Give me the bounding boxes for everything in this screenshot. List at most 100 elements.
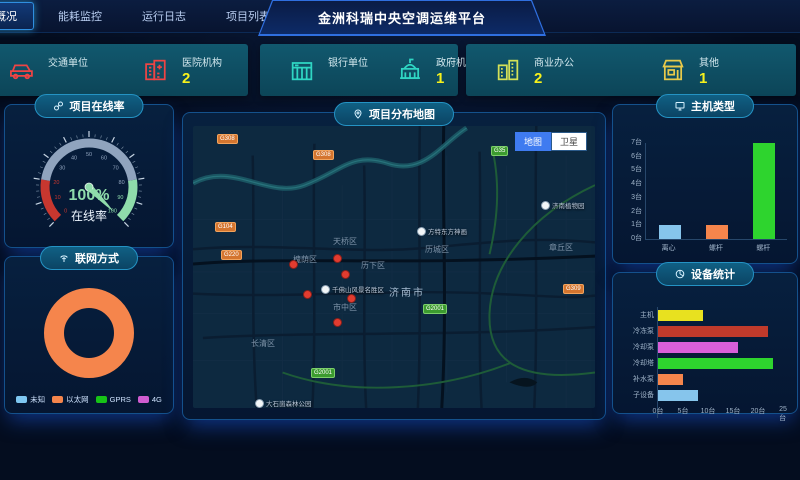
- tab-energy-monitor[interactable]: 能耗监控: [42, 3, 118, 29]
- panel-title: 设备统计: [691, 266, 735, 282]
- map-layer-controls: 地图 卫星: [515, 132, 587, 151]
- gauge-tick-label: 40: [71, 156, 77, 162]
- poi-marker: 方特东方神画: [417, 226, 467, 236]
- road-badge: G2001: [423, 304, 447, 314]
- stat-value: 2: [182, 71, 190, 87]
- x-tick-label: 螺杆: [756, 243, 770, 253]
- category-label: 冷却塔: [614, 358, 654, 368]
- bar: [658, 310, 703, 321]
- gauge-tick-label: 50: [86, 152, 92, 158]
- district-label: 长清区: [251, 338, 275, 349]
- tab-run-log[interactable]: 运行日志: [126, 3, 202, 29]
- panel-title: 主机类型: [691, 98, 735, 114]
- poi-label: 方特东方神画: [428, 226, 467, 236]
- project-marker[interactable]: [347, 294, 356, 303]
- host-type-chart: 0台1台2台3台4台5台6台7台: [645, 143, 787, 240]
- device-stats-panel: 设备统计 主机冷冻泵冷却泵冷却塔补水泵子设备 0台5台10台15台20台25台: [612, 272, 798, 414]
- x-tick-label: 25台: [779, 406, 787, 423]
- legend-item[interactable]: 未知: [16, 394, 45, 405]
- shop-icon: [659, 56, 687, 84]
- map-layer-button[interactable]: 地图: [515, 132, 551, 151]
- legend-swatch: [138, 396, 149, 403]
- stat-other: 其他 1: [631, 54, 796, 87]
- page-title: 金洲科瑞中央空调运维平台: [318, 8, 486, 27]
- project-marker[interactable]: [333, 254, 342, 263]
- legend-item[interactable]: 以太网: [52, 394, 89, 405]
- stat-label: 其他: [699, 54, 719, 69]
- road-badge: G104: [215, 222, 236, 232]
- x-tick-label: 离心: [662, 243, 676, 253]
- office-icon: [494, 56, 522, 84]
- stat-transport: 交通单位: [0, 54, 114, 87]
- satellite-layer-button[interactable]: 卫星: [551, 132, 587, 151]
- legend-item[interactable]: GPRS: [96, 394, 131, 405]
- hospital-icon: [142, 56, 170, 84]
- category-label: 补水泵: [614, 374, 654, 384]
- x-axis: 0台5台10台15台20台25台: [658, 406, 783, 418]
- road-badge: G308: [217, 134, 238, 144]
- stat-label: 交通单位: [48, 54, 88, 69]
- bar: [753, 143, 775, 239]
- district-label: 天桥区: [333, 236, 357, 247]
- bar: [659, 225, 681, 239]
- poi-label: 大石崮森林公园: [266, 398, 312, 408]
- car-icon: [8, 56, 36, 84]
- project-marker[interactable]: [333, 318, 342, 327]
- stat-bank: 银行单位: [260, 54, 368, 87]
- tab-label: 项目列表: [226, 11, 270, 23]
- bank-icon: [288, 56, 316, 84]
- poi-label: 济南植物园: [552, 200, 585, 210]
- antenna-icon: [59, 253, 69, 263]
- legend-label: 以太网: [66, 394, 89, 405]
- map-canvas[interactable]: 地图 卫星 G308G308G35G309G104G220G2001G2001天…: [193, 126, 595, 408]
- y-tick-label: 6台: [631, 151, 642, 161]
- poi-marker: 千佛山风景名胜区: [321, 284, 384, 294]
- tab-label: 概况: [0, 11, 17, 23]
- bar-row: 冷却塔: [658, 355, 783, 371]
- bar-column: [659, 143, 681, 239]
- map-panel-header: 项目分布地图: [334, 102, 454, 126]
- project-marker[interactable]: [289, 260, 298, 269]
- project-marker[interactable]: [303, 290, 312, 299]
- map-roads: [193, 126, 595, 408]
- stat-value: 1: [436, 71, 444, 87]
- poi-dot: [541, 201, 550, 210]
- legend-item[interactable]: 4G: [138, 394, 162, 405]
- legend-swatch: [16, 396, 27, 403]
- app-title-banner: 金洲科瑞中央空调运维平台: [258, 0, 546, 36]
- y-tick-label: 2台: [631, 206, 642, 216]
- bar-row: 主机: [658, 307, 783, 323]
- bar: [658, 342, 738, 353]
- category-label: 冷冻泵: [614, 326, 654, 336]
- bars: 主机冷冻泵冷却泵冷却塔补水泵子设备: [658, 307, 783, 403]
- bar-column: [706, 143, 728, 239]
- stat-label: 商业办公: [534, 54, 574, 69]
- legend-label: GPRS: [110, 395, 131, 404]
- panel-title: 项目分布地图: [369, 106, 435, 122]
- bar: [658, 326, 768, 337]
- x-tick-label: 15台: [726, 406, 741, 416]
- poi-marker: 济南植物园: [541, 200, 585, 210]
- legend-label: 4G: [152, 395, 162, 404]
- donut-segment: [54, 298, 124, 368]
- stat-value: 2: [534, 71, 542, 87]
- x-tick-label: 10台: [701, 406, 716, 416]
- project-marker[interactable]: [341, 270, 350, 279]
- device-stats-chart: 主机冷冻泵冷却泵冷却塔补水泵子设备 0台5台10台15台20台25台: [657, 307, 783, 418]
- stat-hospital: 医院机构 2: [114, 54, 248, 87]
- poi-dot: [321, 285, 330, 294]
- map-pin-icon: [353, 109, 363, 119]
- y-tick-label: 3台: [631, 192, 642, 202]
- poi-dot: [417, 227, 426, 236]
- bar: [658, 374, 683, 385]
- online-rate-panel-header: 项目在线率: [35, 94, 144, 118]
- poi-label: 千佛山风景名胜区: [332, 284, 384, 294]
- panel-title: 联网方式: [75, 250, 119, 266]
- bar-row: 冷冻泵: [658, 323, 783, 339]
- district-label: 历城区: [425, 244, 449, 255]
- tab-overview[interactable]: 概况: [0, 2, 34, 30]
- x-tick-label: 20台: [751, 406, 766, 416]
- dashboard-screen: 概况 能耗监控 运行日志 项目列表 视频监控 金洲科瑞中央空调运维平台 交通单位…: [0, 0, 800, 480]
- tab-label: 能耗监控: [58, 11, 102, 23]
- road-badge: G35: [491, 146, 508, 156]
